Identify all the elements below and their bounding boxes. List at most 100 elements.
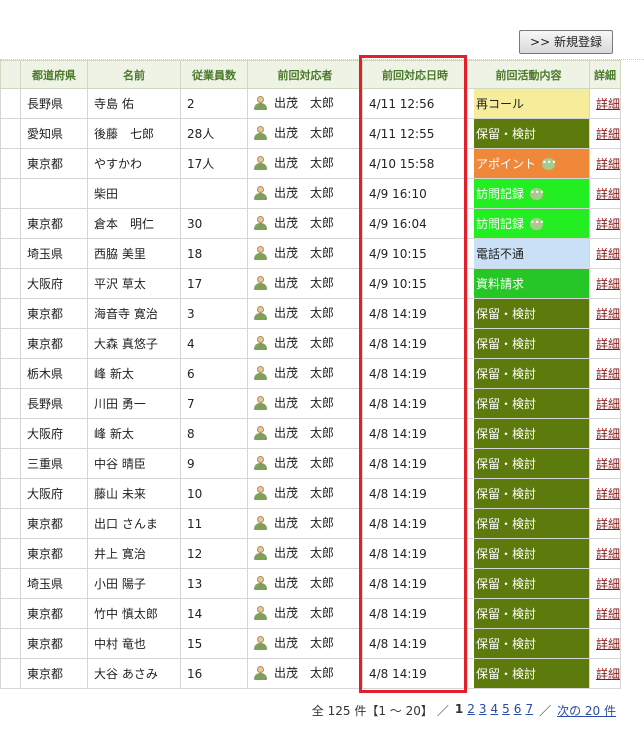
cell-detail: 詳細 — [589, 418, 621, 449]
cell-employees: 7 — [180, 388, 248, 419]
cell-employees: 3 — [180, 298, 248, 329]
detail-link[interactable]: 詳細 — [596, 667, 620, 681]
new-register-button[interactable]: >> 新規登録 — [519, 30, 613, 54]
table-row[interactable]: 埼玉県 西脇 美里 18 出茂 太郎 4/9 10:15 電話不通 詳細 — [0, 238, 621, 269]
header-last-activity[interactable]: 前回活動内容 — [467, 60, 590, 89]
table-row[interactable]: 東京都 やすかわ 17人 出茂 太郎 4/10 15:58 アポイント ••• 詳細 — [0, 148, 621, 179]
pager-page-link[interactable]: 6 — [514, 702, 522, 719]
pager-page-link[interactable]: 3 — [479, 702, 487, 719]
detail-link[interactable]: 詳細 — [596, 187, 620, 201]
activity-label: 保留・検討 — [476, 607, 537, 621]
table-row[interactable]: 大阪府 平沢 草太 17 出茂 太郎 4/9 10:15 資料請求 詳細 — [0, 268, 621, 299]
staff-label: 出茂 太郎 — [254, 544, 334, 561]
detail-link[interactable]: 詳細 — [596, 577, 620, 591]
staff-label: 出茂 太郎 — [254, 94, 334, 111]
activity-label: アポイント — [476, 157, 537, 171]
cell-last-activity: 保留・検討 — [467, 658, 590, 689]
detail-link[interactable]: 詳細 — [596, 607, 620, 621]
pager-page-link[interactable]: 5 — [502, 702, 510, 719]
cell-last-date: 4/10 15:58 — [362, 148, 468, 179]
cell-last-activity: 電話不通 — [467, 238, 590, 269]
comment-bubble-icon[interactable]: ••• — [542, 157, 556, 170]
cell-detail: 詳細 — [589, 478, 621, 509]
table-row[interactable]: 東京都 中村 竜也 15 出茂 太郎 4/8 14:19 保留・検討 詳細 — [0, 628, 621, 659]
cell-detail: 詳細 — [589, 598, 621, 629]
cell-name: 中村 竜也 — [87, 628, 181, 659]
table-row[interactable]: 東京都 海音寺 寛治 3 出茂 太郎 4/8 14:19 保留・検討 詳細 — [0, 298, 621, 329]
detail-link[interactable]: 詳細 — [596, 277, 620, 291]
detail-link[interactable]: 詳細 — [596, 247, 620, 261]
detail-link[interactable]: 詳細 — [596, 457, 620, 471]
detail-link[interactable]: 詳細 — [596, 547, 620, 561]
cell-last-staff: 出茂 太郎 — [247, 268, 363, 299]
staff-name: 出茂 太郎 — [274, 666, 335, 681]
header-last-date[interactable]: 前回対応日時 — [362, 60, 468, 89]
cell-last-activity: 保留・検討 — [467, 538, 590, 569]
comment-bubble-icon[interactable]: ••• — [530, 187, 544, 200]
pager-page-link[interactable]: 2 — [467, 702, 475, 719]
person-icon — [254, 335, 267, 350]
detail-link[interactable]: 詳細 — [596, 517, 620, 531]
cell-detail: 詳細 — [589, 568, 621, 599]
activity-label: 保留・検討 — [476, 427, 537, 441]
table-row[interactable]: 三重県 中谷 晴臣 9 出茂 太郎 4/8 14:19 保留・検討 詳細 — [0, 448, 621, 479]
activity-label: 保留・検討 — [476, 337, 537, 351]
detail-link[interactable]: 詳細 — [596, 337, 620, 351]
staff-label: 出茂 太郎 — [254, 604, 334, 621]
detail-link[interactable]: 詳細 — [596, 367, 620, 381]
table-row[interactable]: 大阪府 藤山 未来 10 出茂 太郎 4/8 14:19 保留・検討 詳細 — [0, 478, 621, 509]
table-row[interactable]: 東京都 大森 真悠子 4 出茂 太郎 4/8 14:19 保留・検討 詳細 — [0, 328, 621, 359]
activity-badge: 電話不通 — [474, 239, 589, 268]
cell-prefecture: 埼玉県 — [20, 238, 88, 269]
table-row[interactable]: 栃木県峰 新太 6 出茂 太郎 4/8 14:19 保留・検討 詳細 — [0, 358, 621, 389]
cell-name: 出口 さんま — [87, 508, 181, 539]
table-row[interactable]: 埼玉県 小田 陽子 13 出茂 太郎 4/8 14:19 保留・検討 詳細 — [0, 568, 621, 599]
cell-last-date: 4/11 12:55 — [362, 118, 468, 149]
staff-label: 出茂 太郎 — [254, 514, 334, 531]
staff-label: 出茂 太郎 — [254, 274, 334, 291]
detail-link[interactable]: 詳細 — [596, 487, 620, 501]
cell-name: 西脇 美里 — [87, 238, 181, 269]
cell-name: 小田 陽子 — [87, 568, 181, 599]
table-row[interactable]: 長野県 川田 勇一 7 出茂 太郎 4/8 14:19 保留・検討 詳細 — [0, 388, 621, 419]
comment-bubble-icon[interactable]: ••• — [530, 217, 544, 230]
cell-last-activity: アポイント ••• — [467, 148, 590, 179]
cell-detail: 詳細 — [589, 538, 621, 569]
pager-next-link[interactable]: 次の 20 件 — [557, 702, 616, 719]
detail-link[interactable]: 詳細 — [596, 97, 620, 111]
cell-last-date: 4/8 14:19 — [362, 628, 468, 659]
person-icon — [254, 95, 267, 110]
cell-last-activity: 保留・検討 — [467, 598, 590, 629]
pager-current-page: 1 — [454, 702, 464, 716]
detail-link[interactable]: 詳細 — [596, 217, 620, 231]
table-row[interactable]: 大阪府峰 新太 8 出茂 太郎 4/8 14:19 保留・検討 詳細 — [0, 418, 621, 449]
table-row[interactable]: 東京都 大谷 あさみ 16 出茂 太郎 4/8 14:19 保留・検討 詳細 — [0, 658, 621, 689]
table-row[interactable]: 柴田 出茂 太郎 4/9 16:10 訪問記録 ••• 詳細 — [0, 178, 621, 209]
table-row[interactable]: 東京都 井上 寛治 12 出茂 太郎 4/8 14:19 保留・検討 詳細 — [0, 538, 621, 569]
activity-badge: 保留・検討 — [474, 359, 589, 388]
detail-link[interactable]: 詳細 — [596, 637, 620, 651]
header-employees[interactable]: 従業員数 — [180, 60, 248, 89]
table-row[interactable]: 長野県 寺島 佑 2 出茂 太郎 4/11 12:56 再コール 詳細 — [0, 88, 621, 119]
table-row[interactable]: 愛知県 後藤 七郎 28人 出茂 太郎 4/11 12:55 保留・検討 詳細 — [0, 118, 621, 149]
detail-link[interactable]: 詳細 — [596, 157, 620, 171]
table-row[interactable]: 東京都 出口 さんま 11 出茂 太郎 4/8 14:19 保留・検討 詳細 — [0, 508, 621, 539]
cell-last-staff: 出茂 太郎 — [247, 208, 363, 239]
table-row[interactable]: 東京都 竹中 慎太郎 14 出茂 太郎 4/8 14:19 保留・検討 詳細 — [0, 598, 621, 629]
detail-link[interactable]: 詳細 — [596, 307, 620, 321]
cell-prefecture: 大阪府 — [20, 478, 88, 509]
cell-last-date: 4/8 14:19 — [362, 598, 468, 629]
cell-last-staff: 出茂 太郎 — [247, 178, 363, 209]
activity-label: 保留・検討 — [476, 397, 537, 411]
pager-separator: ／ — [539, 704, 552, 718]
header-name[interactable]: 名前 — [87, 60, 181, 89]
detail-link[interactable]: 詳細 — [596, 397, 620, 411]
detail-link[interactable]: 詳細 — [596, 127, 620, 141]
detail-link[interactable]: 詳細 — [596, 427, 620, 441]
header-last-staff[interactable]: 前回対応者 — [247, 60, 363, 89]
header-prefecture[interactable]: 都道府県 — [20, 60, 88, 89]
pager-page-link[interactable]: 4 — [491, 702, 499, 719]
table-row[interactable]: 東京都 倉本 明仁 30 出茂 太郎 4/9 16:04 訪問記録 ••• 詳細 — [0, 208, 621, 239]
pager-page-link[interactable]: 7 — [525, 702, 533, 719]
activity-label: 保留・検討 — [476, 457, 537, 471]
